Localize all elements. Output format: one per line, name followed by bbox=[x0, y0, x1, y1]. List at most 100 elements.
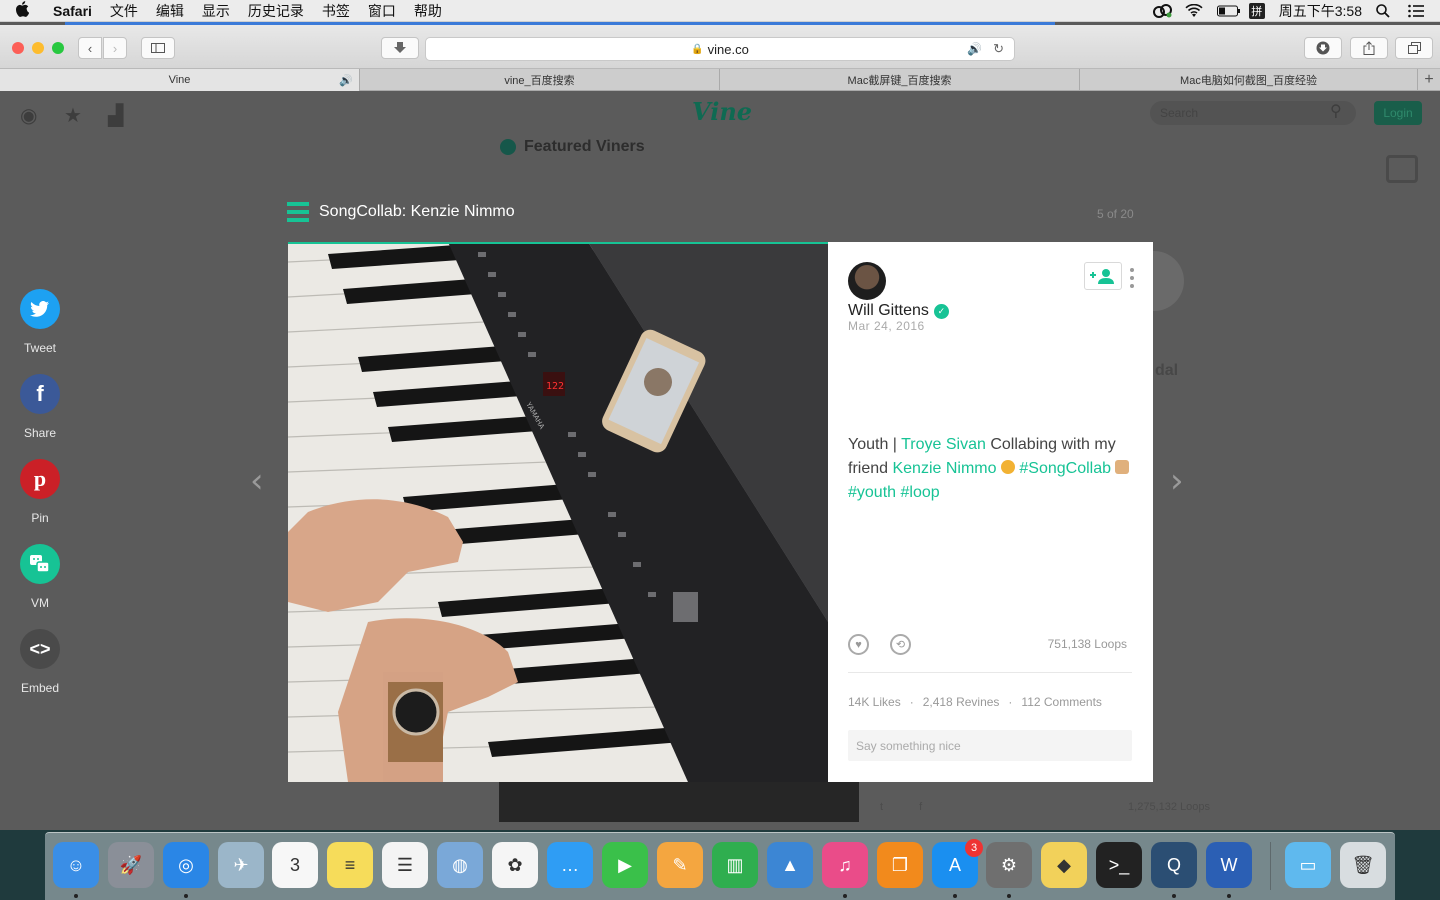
more-options-icon[interactable] bbox=[1130, 268, 1136, 292]
reload-icon[interactable]: ↻ bbox=[993, 41, 1004, 57]
like-heart-icon[interactable]: ♥ bbox=[848, 634, 869, 655]
share-pinterest[interactable]: p Pin bbox=[20, 459, 60, 525]
dock-launchpad-icon[interactable]: 🚀 bbox=[108, 842, 154, 888]
dock-photos-icon[interactable]: ✿ bbox=[492, 842, 538, 888]
user-avatar[interactable] bbox=[848, 262, 886, 300]
menu-edit[interactable]: 编辑 bbox=[147, 1, 193, 21]
close-window-button[interactable] bbox=[12, 42, 24, 54]
menu-history[interactable]: 历史记录 bbox=[239, 1, 313, 21]
favorites-star-icon[interactable]: ★ bbox=[64, 103, 82, 128]
hashtag-link[interactable]: #youth bbox=[848, 484, 896, 501]
mention-link[interactable]: Troye Sivan bbox=[901, 436, 986, 453]
share-button[interactable] bbox=[1350, 37, 1388, 59]
share-embed[interactable]: <> Embed bbox=[20, 629, 60, 695]
apple-menu-icon[interactable] bbox=[0, 0, 44, 21]
dock-photo-booth-icon[interactable]: ◍ bbox=[437, 842, 483, 888]
dock-word-icon[interactable]: W bbox=[1206, 842, 1252, 888]
dock-pages-icon[interactable]: ✎ bbox=[657, 842, 703, 888]
previous-post-arrow[interactable]: ‹ bbox=[250, 461, 264, 501]
hashtag-link[interactable]: #SongCollab bbox=[1019, 460, 1111, 477]
dock-downloads-folder-icon[interactable]: ▭ bbox=[1285, 842, 1331, 888]
menu-view[interactable]: 显示 bbox=[193, 1, 239, 21]
tab-mac-screenshot-key[interactable]: Mac截屏键_百度搜索 bbox=[720, 69, 1080, 91]
dock-numbers-icon[interactable]: ▥ bbox=[712, 842, 758, 888]
downloads-status-button[interactable] bbox=[381, 37, 419, 59]
new-tab-button[interactable]: + bbox=[1418, 69, 1440, 91]
vm-icon[interactable] bbox=[20, 544, 60, 584]
dock-messages-icon[interactable]: … bbox=[547, 842, 593, 888]
menu-bookmarks[interactable]: 书签 bbox=[313, 1, 359, 21]
share-icon bbox=[1363, 41, 1375, 55]
share-facebook[interactable]: f Share bbox=[20, 374, 60, 440]
login-button[interactable]: Login bbox=[1374, 101, 1422, 125]
menu-help[interactable]: 帮助 bbox=[405, 1, 451, 21]
comments-count[interactable]: 112 Comments bbox=[1021, 695, 1101, 709]
dock-ibooks-icon[interactable]: ❐ bbox=[877, 842, 923, 888]
spotlight-search-icon[interactable] bbox=[1376, 3, 1394, 18]
post-author[interactable]: Will Gittens ✓ bbox=[848, 302, 949, 320]
dock-glyph: >_ bbox=[1108, 854, 1130, 875]
collection-title[interactable]: SongCollab: Kenzie Nimmo bbox=[319, 203, 515, 221]
tab-mac-how-to-screenshot[interactable]: Mac电脑如何截图_百度经验 bbox=[1080, 69, 1418, 91]
piano-display-digits: 122 bbox=[546, 381, 564, 392]
app-menu-safari[interactable]: Safari bbox=[44, 3, 101, 19]
dock-safari-icon[interactable]: ◎ bbox=[163, 842, 209, 888]
hashtag-link[interactable]: #loop bbox=[901, 484, 940, 501]
share-tweet[interactable]: Tweet bbox=[20, 289, 60, 355]
dock-trash-icon[interactable]: 🗑 bbox=[1340, 842, 1386, 888]
back-button[interactable]: ‹ bbox=[78, 37, 102, 59]
tab-audio-icon[interactable]: 🔊 bbox=[339, 74, 353, 87]
share-vm[interactable]: VM bbox=[20, 544, 60, 610]
audio-playing-icon[interactable]: 🔊 bbox=[967, 42, 982, 56]
facebook-icon[interactable]: f bbox=[20, 374, 60, 414]
creative-cloud-icon[interactable] bbox=[1152, 3, 1172, 18]
input-method-icon[interactable]: 拼 bbox=[1248, 2, 1265, 19]
dock-quicktime-icon[interactable]: Q bbox=[1151, 842, 1197, 888]
trending-icon[interactable]: ▟ bbox=[108, 103, 123, 128]
battery-icon[interactable] bbox=[1216, 4, 1240, 18]
featured-viners-heading: Featured Viners bbox=[500, 138, 645, 156]
dock-python-icon[interactable]: ◆ bbox=[1041, 842, 1087, 888]
wifi-icon[interactable] bbox=[1185, 3, 1203, 18]
notification-center-icon[interactable] bbox=[1408, 4, 1426, 18]
zoom-window-button[interactable] bbox=[52, 42, 64, 54]
show-all-tabs-button[interactable] bbox=[1395, 37, 1433, 59]
post-counter: 5 of 20 bbox=[1097, 207, 1134, 221]
search-icon[interactable]: ⚲ bbox=[1330, 101, 1342, 121]
address-bar[interactable]: 🔒 vine.co 🔊 ↻ bbox=[425, 37, 1015, 61]
comment-input[interactable] bbox=[848, 730, 1132, 761]
revine-icon[interactable]: ⟲ bbox=[890, 634, 911, 655]
dock-keynote-icon[interactable]: ▲ bbox=[767, 842, 813, 888]
twitter-icon[interactable] bbox=[20, 289, 60, 329]
tab-vine[interactable]: Vine 🔊 bbox=[0, 69, 360, 91]
dock-reminders-icon[interactable]: ☰ bbox=[382, 842, 428, 888]
video-player[interactable]: 122 YAMAHA bbox=[288, 242, 828, 782]
dock-facetime-icon[interactable]: ▶ bbox=[602, 842, 648, 888]
minimize-window-button[interactable] bbox=[32, 42, 44, 54]
downloads-button[interactable] bbox=[1304, 37, 1342, 59]
home-feed-icon[interactable]: ◉ bbox=[20, 103, 37, 128]
dock-calendar-icon[interactable]: 3 bbox=[272, 842, 318, 888]
pinterest-icon[interactable]: p bbox=[20, 459, 60, 499]
vine-search-input[interactable]: Search bbox=[1150, 101, 1356, 125]
dock-notes-icon[interactable]: ≡ bbox=[327, 842, 373, 888]
forward-button[interactable]: › bbox=[103, 37, 127, 59]
likes-count[interactable]: 14K Likes bbox=[848, 695, 901, 709]
mention-link[interactable]: Kenzie Nimmo bbox=[892, 460, 996, 477]
dock-itunes-icon[interactable]: ♫ bbox=[822, 842, 868, 888]
sidebar-toggle-button[interactable] bbox=[141, 37, 175, 59]
follow-button[interactable] bbox=[1084, 262, 1122, 290]
embed-icon[interactable]: <> bbox=[20, 629, 60, 669]
dock-finder-icon[interactable]: ☺ bbox=[53, 842, 99, 888]
dock-terminal-icon[interactable]: >_ bbox=[1096, 842, 1142, 888]
dock-preview-icon[interactable]: ✈ bbox=[218, 842, 264, 888]
dock-system-preferences-icon[interactable]: ⚙ bbox=[986, 842, 1032, 888]
next-post-arrow[interactable]: › bbox=[1170, 461, 1184, 501]
tab-vine-baidu[interactable]: vine_百度搜索 bbox=[360, 69, 720, 91]
menubar-clock[interactable]: 周五下午3:58 bbox=[1279, 1, 1362, 21]
tv-icon[interactable] bbox=[1386, 155, 1418, 183]
vine-logo[interactable]: Vine bbox=[692, 97, 752, 126]
revines-count[interactable]: 2,418 Revines bbox=[923, 695, 1000, 709]
menu-window[interactable]: 窗口 bbox=[359, 1, 405, 21]
menu-file[interactable]: 文件 bbox=[101, 1, 147, 21]
